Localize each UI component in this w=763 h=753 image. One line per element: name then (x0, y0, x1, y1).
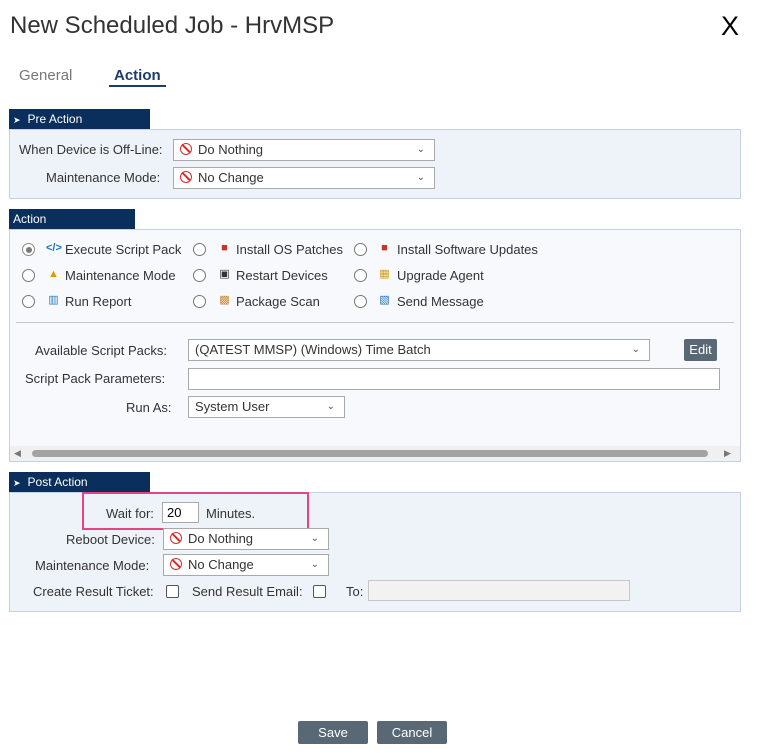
chevron-right-icon: ➤ (13, 478, 21, 488)
stop-icon (180, 143, 192, 155)
wait-minutes-input[interactable] (162, 502, 199, 523)
send-email-checkbox[interactable] (313, 585, 326, 598)
ticket-label: Create Result Ticket: (33, 584, 154, 599)
action-header[interactable]: Action (9, 209, 135, 229)
radio-execute-script-pack[interactable] (22, 243, 35, 256)
script-packs-label: Available Script Packs: (35, 343, 167, 358)
radio-run-report[interactable] (22, 295, 35, 308)
chevron-down-icon: ⌄ (310, 559, 319, 570)
edit-button[interactable]: Edit (684, 339, 717, 361)
chevron-right-icon: ➤ (13, 115, 21, 125)
maintenance-icon: ▲ (48, 268, 59, 280)
wait-label: Wait for: (106, 506, 154, 521)
chevron-down-icon: ⌄ (416, 144, 425, 155)
option-run-report[interactable]: Run Report (65, 294, 131, 310)
action-divider (16, 322, 734, 323)
radio-install-software-updates[interactable] (354, 243, 367, 256)
scroll-left-icon[interactable]: ◀ (14, 448, 21, 459)
radio-maintenance-mode[interactable] (22, 269, 35, 282)
save-button[interactable]: Save (298, 721, 368, 744)
chevron-down-icon: ⌄ (416, 172, 425, 183)
post-maintenance-value: No Change (188, 557, 254, 572)
option-maintenance-mode[interactable]: Maintenance Mode (65, 268, 176, 284)
post-action-header[interactable]: ➤ Post Action (9, 472, 150, 492)
pre-action-title: Pre Action (27, 112, 83, 126)
close-icon[interactable]: X (721, 10, 739, 42)
post-action-title: Post Action (27, 475, 88, 489)
tab-general[interactable]: General (19, 67, 72, 84)
dialog-title: New Scheduled Job - HrvMSP (10, 12, 335, 39)
reboot-device-select[interactable]: Do Nothing ⌄ (163, 528, 329, 550)
chevron-down-icon: ⌄ (326, 401, 335, 412)
option-package-scan[interactable]: Package Scan (236, 294, 320, 310)
option-execute-script-pack[interactable]: Execute Script Pack (65, 242, 181, 258)
reboot-value: Do Nothing (188, 531, 254, 546)
code-icon: </> (46, 242, 62, 254)
radio-package-scan[interactable] (193, 295, 206, 308)
run-as-value: System User (195, 399, 270, 414)
radio-send-message[interactable] (354, 295, 367, 308)
software-update-icon: ■ (381, 242, 388, 254)
radio-install-os-patches[interactable] (193, 243, 206, 256)
message-icon: ▧ (379, 294, 390, 306)
action-title: Action (13, 212, 47, 226)
offline-action-value: Do Nothing (198, 142, 264, 157)
stop-icon (170, 558, 182, 570)
patch-icon: ■ (221, 242, 228, 254)
option-restart-devices[interactable]: Restart Devices (236, 268, 328, 284)
params-label: Script Pack Parameters: (25, 371, 166, 386)
option-install-os-patches[interactable]: Install OS Patches (236, 242, 343, 258)
scrollbar-thumb[interactable] (32, 450, 708, 457)
restart-icon: ▣ (219, 268, 230, 280)
package-icon: ▩ (219, 294, 230, 306)
offline-action-select[interactable]: Do Nothing ⌄ (173, 139, 435, 161)
post-maintenance-select[interactable]: No Change ⌄ (163, 554, 329, 576)
post-maintenance-label: Maintenance Mode: (35, 558, 150, 573)
pre-maintenance-value: No Change (198, 170, 264, 185)
to-label: To: (346, 584, 364, 599)
email-label: Send Result Email: (192, 584, 303, 599)
offline-label: When Device is Off-Line: (19, 142, 163, 157)
run-as-select[interactable]: System User ⌄ (188, 396, 345, 418)
cancel-button[interactable]: Cancel (377, 721, 447, 744)
wait-unit-label: Minutes. (206, 506, 256, 521)
option-send-message[interactable]: Send Message (397, 294, 484, 310)
chevron-down-icon: ⌄ (631, 344, 640, 355)
reboot-label: Reboot Device: (66, 532, 155, 547)
radio-upgrade-agent[interactable] (354, 269, 367, 282)
scroll-right-icon[interactable]: ▶ (724, 448, 731, 459)
script-packs-select[interactable]: (QATEST MMSP) (Windows) Time Batch ⌄ (188, 339, 650, 361)
radio-restart-devices[interactable] (193, 269, 206, 282)
pre-maintenance-label: Maintenance Mode: (46, 170, 161, 185)
option-install-software-updates[interactable]: Install Software Updates (397, 242, 538, 258)
script-packs-value: (QATEST MMSP) (Windows) Time Batch (195, 342, 431, 357)
upgrade-agent-icon: ▦ (379, 268, 390, 280)
stop-icon (180, 171, 192, 183)
chevron-down-icon: ⌄ (310, 533, 319, 544)
pre-maintenance-select[interactable]: No Change ⌄ (173, 167, 435, 189)
create-ticket-checkbox[interactable] (166, 585, 179, 598)
option-upgrade-agent[interactable]: Upgrade Agent (397, 268, 484, 284)
tab-action[interactable]: Action (109, 67, 166, 87)
run-as-label: Run As: (126, 400, 172, 415)
report-icon: ▥ (48, 294, 59, 306)
stop-icon (170, 532, 182, 544)
script-params-input[interactable] (188, 368, 720, 390)
pre-action-header[interactable]: ➤ Pre Action (9, 109, 150, 129)
email-to-input[interactable] (368, 580, 630, 601)
